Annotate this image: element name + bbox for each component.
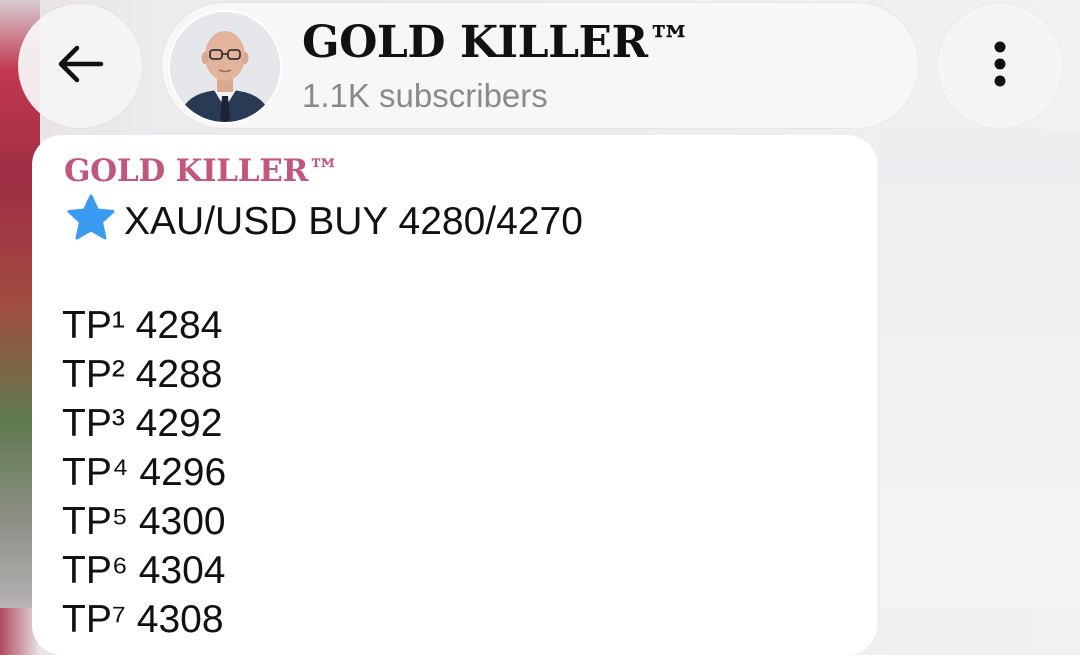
more-vertical-icon — [993, 40, 1007, 93]
channel-header[interactable]: GOLD KILLER™ 1.1K subscribers — [162, 3, 918, 128]
signal-line: XAU/USD BUY 4280/4270 — [66, 194, 583, 247]
take-profit-item: TP⁴ 4296 — [62, 451, 227, 494]
subscriber-count: 1.1K subscribers — [302, 77, 548, 114]
message-bubble[interactable]: GOLD KILLER™ XAU/USD BUY 4280/4270 TP¹ 4… — [32, 135, 877, 655]
more-options-button[interactable] — [938, 4, 1062, 128]
take-profit-item: TP⁵ 4300 — [62, 500, 226, 543]
channel-title: GOLD KILLER™ — [302, 17, 692, 68]
take-profit-item: TP⁶ 4304 — [62, 549, 226, 592]
signal-text: XAU/USD BUY 4280/4270 — [124, 200, 583, 243]
star-icon — [66, 193, 116, 251]
take-profit-item: TP⁷ 4308 — [62, 598, 224, 641]
message-sender: GOLD KILLER™ — [64, 153, 339, 189]
arrow-left-icon — [55, 44, 105, 89]
take-profit-item: TP³ 4292 — [62, 402, 223, 445]
wallpaper-right — [880, 130, 1080, 608]
take-profit-item: TP¹ 4284 — [62, 304, 223, 347]
take-profit-item: TP² 4288 — [62, 353, 223, 396]
take-profit-list: TP¹ 4284 TP² 4288 TP³ 4292 TP⁴ 4296 TP⁵ … — [62, 301, 226, 644]
channel-avatar[interactable] — [168, 10, 282, 124]
back-button[interactable] — [18, 4, 142, 128]
